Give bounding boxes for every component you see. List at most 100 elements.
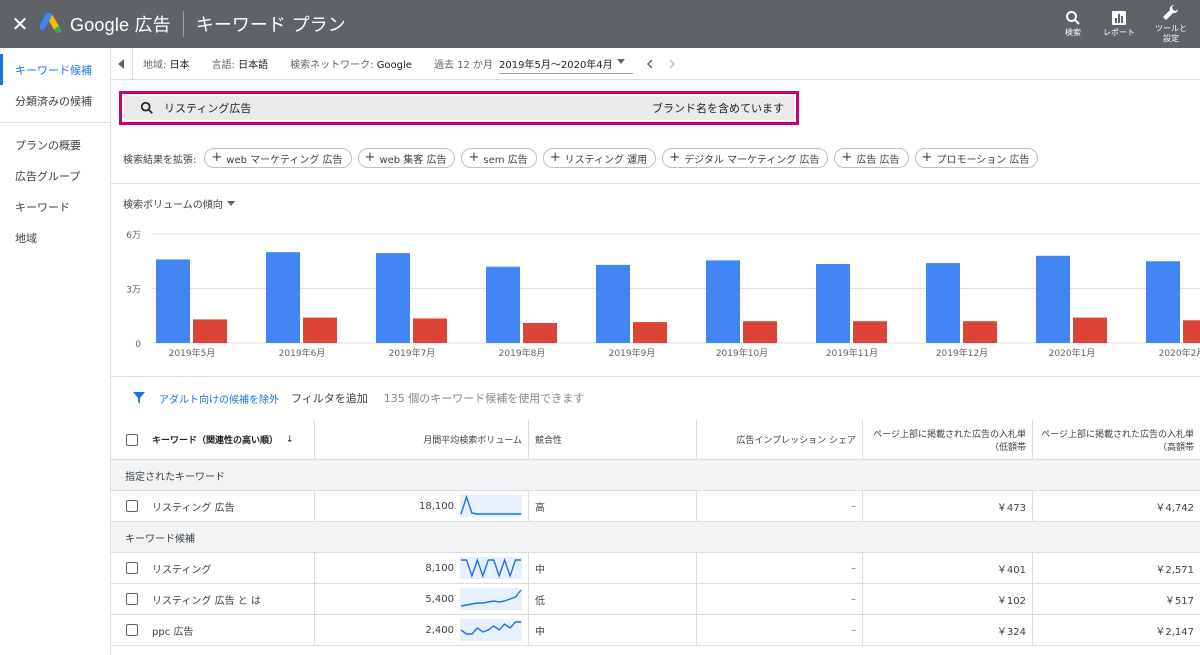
chip-label: プロモーション 広告 xyxy=(936,154,1030,166)
chart-bar xyxy=(266,252,300,343)
table-row[interactable]: リスティング 8,100 中 – ￥401 ￥2,571 xyxy=(111,553,1200,584)
row-checkbox[interactable] xyxy=(126,624,138,636)
x-tick-label: 2020年2月 xyxy=(1159,347,1200,359)
expand-chip[interactable]: + sem 広告 xyxy=(461,148,537,168)
keyword-cell: ppc 広告 xyxy=(111,615,315,645)
main-content: 地域: 日本 言語: 日本語 検索ネットワーク: Google 過去 12 か月… xyxy=(111,47,1200,655)
dropdown-arrow-icon xyxy=(226,200,235,206)
bid-low-value: ￥324 xyxy=(996,626,1026,638)
sidebar-item-keyword-ideas[interactable]: キーワード候補 xyxy=(0,54,110,85)
chart-bar xyxy=(926,263,960,343)
trend-selector[interactable]: 検索ボリュームの傾向 xyxy=(123,196,235,211)
bid-high-value: ￥2,571 xyxy=(1155,564,1194,576)
sparkline-background xyxy=(460,619,522,641)
location-filter[interactable]: 地域: 日本 xyxy=(143,56,190,71)
row-checkbox[interactable] xyxy=(126,500,138,512)
network-filter[interactable]: 検索ネットワーク: Google xyxy=(290,56,412,71)
section-divider xyxy=(111,183,1200,184)
chart-bar xyxy=(486,266,520,343)
bid-high-value: ￥517 xyxy=(1164,595,1194,607)
plus-icon: + xyxy=(669,150,681,165)
dropdown-arrow-icon xyxy=(617,58,626,64)
plus-icon: + xyxy=(364,150,376,165)
search-tool-button[interactable]: 検索 xyxy=(1050,0,1096,48)
row-checkbox[interactable] xyxy=(126,593,138,605)
bid-low-column-header[interactable]: ページ上部に掲載された広告の入札単 （低額帯 xyxy=(863,420,1033,459)
table-row[interactable]: リスティング 広告 18,100 高 – ￥473 ￥4,742 xyxy=(111,491,1200,522)
group-header-ideas: キーワード候補 xyxy=(111,522,1200,553)
keyword-count: 135 個のキーワード候補を使用できます xyxy=(383,392,585,405)
impression-share-column-header[interactable]: 広告インプレッション シェア xyxy=(697,420,863,459)
chart-bar xyxy=(596,264,630,343)
sidebar-item-keywords[interactable]: キーワード xyxy=(0,191,110,222)
date-range-select[interactable]: 2019年5月～2020年4月 xyxy=(499,54,634,74)
competition-cell: 低 xyxy=(529,584,697,614)
language-filter[interactable]: 言語: 日本語 xyxy=(212,56,269,71)
expand-chip[interactable]: + リスティング 運用 xyxy=(542,148,657,168)
bid-high-cell: ￥4,742 xyxy=(1033,491,1200,521)
keyword-text: リスティング 広告 xyxy=(152,502,235,514)
competition-column-header[interactable]: 競合性 xyxy=(529,420,697,459)
expand-chip[interactable]: + プロモーション 広告 xyxy=(914,148,1039,168)
keyword-cell: リスティング xyxy=(111,553,315,583)
x-tick-label: 2019年5月 xyxy=(169,347,216,359)
google-ads-logo[interactable]: Google 広告 xyxy=(40,11,171,37)
volume-value: 5,400 xyxy=(425,593,454,605)
competition-value: 中 xyxy=(535,626,545,638)
bid-low-value: ￥401 xyxy=(996,564,1026,576)
sidebar-item-label: キーワード xyxy=(15,200,70,214)
chevron-left-icon[interactable] xyxy=(645,58,655,69)
table-row[interactable]: リスティング 広告 と は 5,400 低 – ￥102 ￥517 xyxy=(111,584,1200,615)
keyword-cell: リスティング 広告 xyxy=(111,491,315,521)
collapse-filter-button[interactable] xyxy=(111,47,133,80)
keyword-text: リスティング 広告 と は xyxy=(152,595,261,607)
sidebar-item-locations[interactable]: 地域 xyxy=(0,222,110,253)
bid-high-column-header[interactable]: ページ上部に掲載された広告の入札単 （高額帯 xyxy=(1033,420,1200,459)
search-tool-label: 検索 xyxy=(1065,28,1081,37)
plan-filter-bar: 地域: 日本 言語: 日本語 検索ネットワーク: Google 過去 12 か月… xyxy=(111,47,1200,80)
report-tool-button[interactable]: レポート xyxy=(1096,0,1142,48)
select-all-checkbox[interactable] xyxy=(126,433,138,446)
search-query[interactable]: リスティング広告 xyxy=(164,100,652,116)
chart-bar xyxy=(376,253,410,343)
language-value: 日本語 xyxy=(238,60,269,71)
row-checkbox[interactable] xyxy=(126,562,138,574)
sidebar-item-grouped-ideas[interactable]: 分類済みの候補 xyxy=(0,85,110,116)
volume-cell: 2,400 xyxy=(315,615,529,645)
sidebar-item-plan-overview[interactable]: プランの概要 xyxy=(0,129,110,160)
expand-chip[interactable]: + 広告 広告 xyxy=(834,148,909,168)
keyword-column-header[interactable]: キーワード（関連性の高い順） ↓ xyxy=(111,420,315,459)
filter-icon[interactable] xyxy=(133,392,145,404)
chart-bar xyxy=(706,260,740,343)
search-icon xyxy=(1066,11,1080,25)
chart-bar xyxy=(1183,320,1200,343)
chart-bar xyxy=(633,322,667,343)
keyword-search-box[interactable]: リスティング広告 ブランド名を含めています xyxy=(124,96,794,120)
expand-chip[interactable]: + web 集客 広告 xyxy=(357,148,456,168)
report-tool-label: レポート xyxy=(1103,28,1135,37)
exclude-adult-filter[interactable]: アダルト向けの候補を除外 xyxy=(159,391,279,406)
table-row[interactable]: ppc 広告 2,400 中 – ￥324 ￥2,147 xyxy=(111,615,1200,646)
trend-sparkline xyxy=(460,588,522,610)
add-filter-button[interactable]: フィルタを追加 xyxy=(291,390,368,406)
tools-settings-label: ツールと 設定 xyxy=(1155,24,1187,43)
brand-inclusion-note: ブランド名を含めています xyxy=(652,102,784,115)
sidebar-item-ad-groups[interactable]: 広告グループ xyxy=(0,160,110,191)
x-tick-label: 2019年8月 xyxy=(499,347,546,359)
tools-settings-button[interactable]: ツールと 設定 xyxy=(1142,0,1200,48)
volume-cell: 8,100 xyxy=(315,553,529,583)
plus-icon: + xyxy=(921,150,933,165)
impression-value: – xyxy=(851,624,856,636)
x-tick-label: 2019年6月 xyxy=(279,347,326,359)
x-tick-label: 2019年7月 xyxy=(389,347,436,359)
chevron-right-icon[interactable] xyxy=(667,58,677,69)
expand-chip[interactable]: + web マーケティング 広告 xyxy=(204,148,352,168)
close-icon[interactable]: ✕ xyxy=(0,0,40,48)
chip-label: リスティング 運用 xyxy=(564,154,648,166)
expand-label: 検索結果を拡張: xyxy=(123,154,197,166)
volume-column-header[interactable]: 月間平均検索ボリューム xyxy=(315,420,529,459)
bid-low-value: ￥102 xyxy=(996,595,1026,607)
expand-chip[interactable]: + デジタル マーケティング 広告 xyxy=(662,148,829,168)
date-range-filter[interactable]: 過去 12 か月 2019年5月～2020年4月 xyxy=(434,54,677,74)
sparkline-background xyxy=(460,588,522,610)
